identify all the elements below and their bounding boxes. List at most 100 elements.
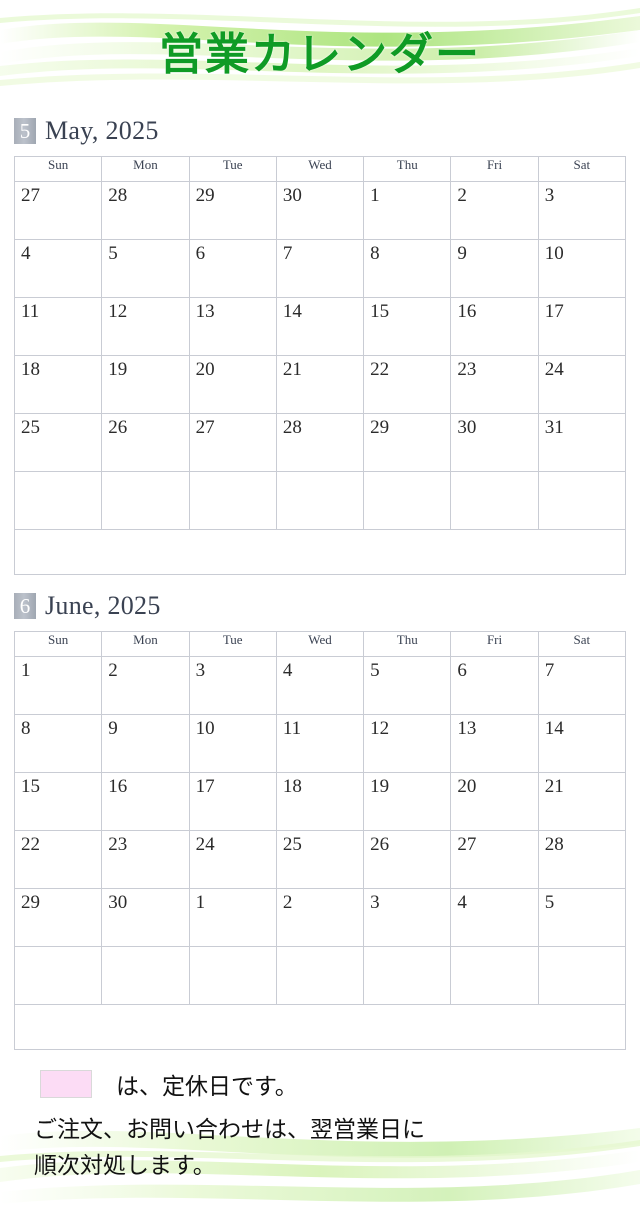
calendar-day-cell[interactable]: 5: [363, 656, 452, 715]
calendar-day-cell[interactable]: 28: [101, 181, 190, 240]
calendar-day-cell[interactable]: 27: [450, 830, 539, 889]
calendar-week-row: [13, 946, 627, 1005]
calendar-day-cell[interactable]: 19: [363, 772, 452, 831]
calendar-day-cell-closed[interactable]: 4: [13, 239, 103, 298]
calendar-day-cell[interactable]: [13, 471, 103, 530]
calendar-day-cell[interactable]: 16: [101, 772, 190, 831]
calendar-day-cell[interactable]: [101, 471, 190, 530]
calendar-day-cell-closed[interactable]: 18: [13, 355, 103, 414]
calendar-day-cell[interactable]: 8: [13, 714, 103, 773]
calendar-day-cell[interactable]: 6: [450, 656, 539, 715]
calendar-day-cell[interactable]: 18: [275, 772, 365, 831]
calendar-day-cell[interactable]: 24: [537, 355, 627, 414]
calendar-day-cell[interactable]: 27: [188, 413, 277, 472]
calendar-day-cell[interactable]: 25: [275, 830, 365, 889]
calendar-day-cell[interactable]: 30: [450, 413, 539, 472]
weekday-header-wed: Wed: [275, 156, 365, 182]
month-heading: 5 May, 2025: [14, 114, 640, 148]
calendar-day-cell[interactable]: [13, 946, 103, 1005]
calendar-day-cell[interactable]: 3: [188, 656, 277, 715]
calendar-day-cell[interactable]: 30: [275, 181, 365, 240]
calendar-week-row: 22 23 24 25 26 27 28: [13, 830, 627, 889]
calendar-day-cell[interactable]: [363, 471, 452, 530]
weekday-header-wed: Wed: [275, 631, 365, 657]
calendar-day-cell[interactable]: 13: [188, 297, 277, 356]
calendar-day-cell-closed[interactable]: 1: [13, 656, 103, 715]
calendar-day-cell[interactable]: 27: [13, 181, 103, 240]
calendar-day-cell[interactable]: [450, 946, 539, 1005]
calendar-day-cell[interactable]: 24: [188, 830, 277, 889]
calendar-day-cell[interactable]: 11: [275, 714, 365, 773]
calendar-day-cell[interactable]: 2: [101, 656, 190, 715]
calendar-day-cell[interactable]: 5: [101, 239, 190, 298]
calendar-day-cell[interactable]: 26: [101, 413, 190, 472]
calendar-day-cell[interactable]: 3: [363, 888, 452, 947]
calendar-day-cell[interactable]: 12: [101, 297, 190, 356]
calendar-day-cell[interactable]: 23: [450, 355, 539, 414]
calendar-day-cell-closed[interactable]: 29: [13, 888, 103, 947]
calendar-footer-row: [14, 1004, 626, 1050]
calendar-day-cell[interactable]: 7: [275, 239, 365, 298]
calendar-day-cell[interactable]: 10: [537, 239, 627, 298]
calendar-day-cell[interactable]: 25: [13, 413, 103, 472]
calendar-day-cell[interactable]: 19: [101, 355, 190, 414]
calendar-day-cell[interactable]: 21: [275, 355, 365, 414]
calendar-day-cell[interactable]: 23: [101, 830, 190, 889]
calendar-day-cell[interactable]: 17: [188, 772, 277, 831]
calendar-day-cell[interactable]: 6: [188, 239, 277, 298]
month-title: June, 2025: [45, 591, 161, 620]
calendar-day-cell[interactable]: 5: [537, 888, 627, 947]
calendar-day-cell[interactable]: 16: [450, 297, 539, 356]
calendar-day-cell[interactable]: 21: [537, 772, 627, 831]
calendar-day-cell[interactable]: 3: [537, 181, 627, 240]
calendar-day-cell[interactable]: 1: [363, 181, 452, 240]
calendar-day-cell[interactable]: 20: [188, 355, 277, 414]
calendar-week-row: 18 19 20 21 22 23 24: [13, 355, 627, 414]
calendar-day-cell[interactable]: 14: [537, 714, 627, 773]
calendar-day-cell[interactable]: 4: [450, 888, 539, 947]
calendar-day-cell[interactable]: [188, 946, 277, 1005]
calendar-footer-row: [14, 529, 626, 575]
calendar-day-cell[interactable]: [450, 471, 539, 530]
calendar-day-cell[interactable]: 28: [537, 830, 627, 889]
calendar-day-cell[interactable]: 9: [450, 239, 539, 298]
calendar-week-row: [13, 471, 627, 530]
calendar-day-cell[interactable]: 13: [450, 714, 539, 773]
calendar-day-cell[interactable]: 12: [363, 714, 452, 773]
calendar-week-row: 25 26 27 28 29 30 31: [13, 413, 627, 472]
calendar-day-cell[interactable]: 20: [450, 772, 539, 831]
calendar-day-cell[interactable]: 10: [188, 714, 277, 773]
calendar-day-cell[interactable]: 4: [275, 656, 365, 715]
calendar-day-cell[interactable]: [363, 946, 452, 1005]
calendar-day-cell[interactable]: 2: [450, 181, 539, 240]
calendar-day-cell[interactable]: 31: [537, 413, 627, 472]
calendar-day-cell[interactable]: 15: [363, 297, 452, 356]
calendar-day-cell[interactable]: 29: [188, 181, 277, 240]
month-number-badge: 6: [14, 593, 36, 619]
calendar-day-cell[interactable]: 14: [275, 297, 365, 356]
calendar-day-cell[interactable]: 7: [537, 656, 627, 715]
calendar-day-cell[interactable]: 22: [363, 355, 452, 414]
calendar-day-cell[interactable]: 9: [101, 714, 190, 773]
calendar-day-cell[interactable]: 17: [537, 297, 627, 356]
calendar-day-cell[interactable]: [275, 946, 365, 1005]
calendar-day-cell[interactable]: 26: [363, 830, 452, 889]
calendar-day-cell[interactable]: [101, 946, 190, 1005]
calendar-day-cell[interactable]: [188, 471, 277, 530]
calendar-day-cell[interactable]: 11: [13, 297, 103, 356]
calendar-day-cell[interactable]: 1: [188, 888, 277, 947]
calendar-day-cell[interactable]: [537, 471, 627, 530]
calendar-day-cell-closed[interactable]: 15: [13, 772, 103, 831]
calendar-day-cell[interactable]: 29: [363, 413, 452, 472]
weekday-header-sat: Sat: [537, 156, 627, 182]
page-title: 営業カレンダー: [159, 29, 481, 80]
calendar-day-cell[interactable]: [537, 946, 627, 1005]
calendar-day-cell[interactable]: 8: [363, 239, 452, 298]
calendar-day-cell[interactable]: 2: [275, 888, 365, 947]
calendar-day-cell[interactable]: [275, 471, 365, 530]
calendar-day-cell[interactable]: 22: [13, 830, 103, 889]
calendar-day-cell[interactable]: 28: [275, 413, 365, 472]
calendar-day-cell[interactable]: 30: [101, 888, 190, 947]
calendar-week-row: 1234567: [13, 656, 627, 715]
legend: は、定休日です。: [0, 1068, 640, 1100]
